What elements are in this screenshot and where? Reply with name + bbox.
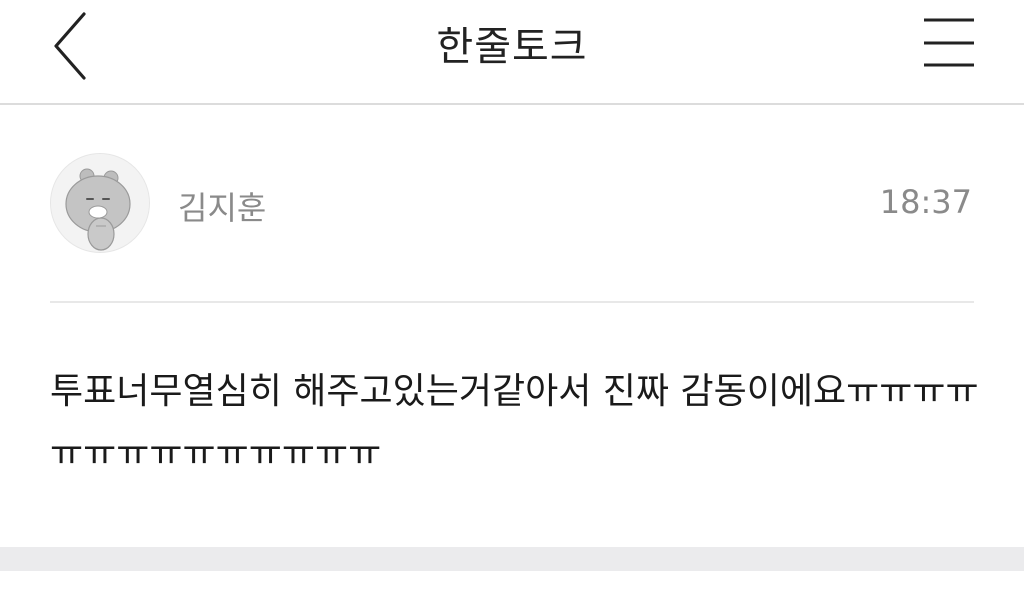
avatar[interactable]: [50, 153, 150, 253]
hamburger-menu-icon: [918, 14, 982, 74]
divider: [50, 301, 974, 303]
bear-character-avatar: [51, 154, 149, 252]
top-bar: 한줄토크: [0, 0, 1024, 105]
author-name: 김지훈: [178, 189, 267, 227]
message-text: 투표너무열심히 해주고있는거같아서 진짜 감동이에요ㅠㅠㅠㅠㅠㅠㅠㅠㅠㅠㅠㅠㅠㅠ: [50, 371, 979, 474]
bottom-area: [0, 571, 1024, 592]
page-title: 한줄토크: [436, 24, 588, 70]
section-separator: [0, 547, 1024, 571]
post-timestamp: 18:37: [879, 183, 972, 221]
talk-post: 김지훈 18:37 투표너무열심히 해주고있는거같아서 진짜 감동이에요ㅠㅠㅠㅠ…: [0, 105, 1024, 547]
menu-button[interactable]: [918, 14, 982, 74]
